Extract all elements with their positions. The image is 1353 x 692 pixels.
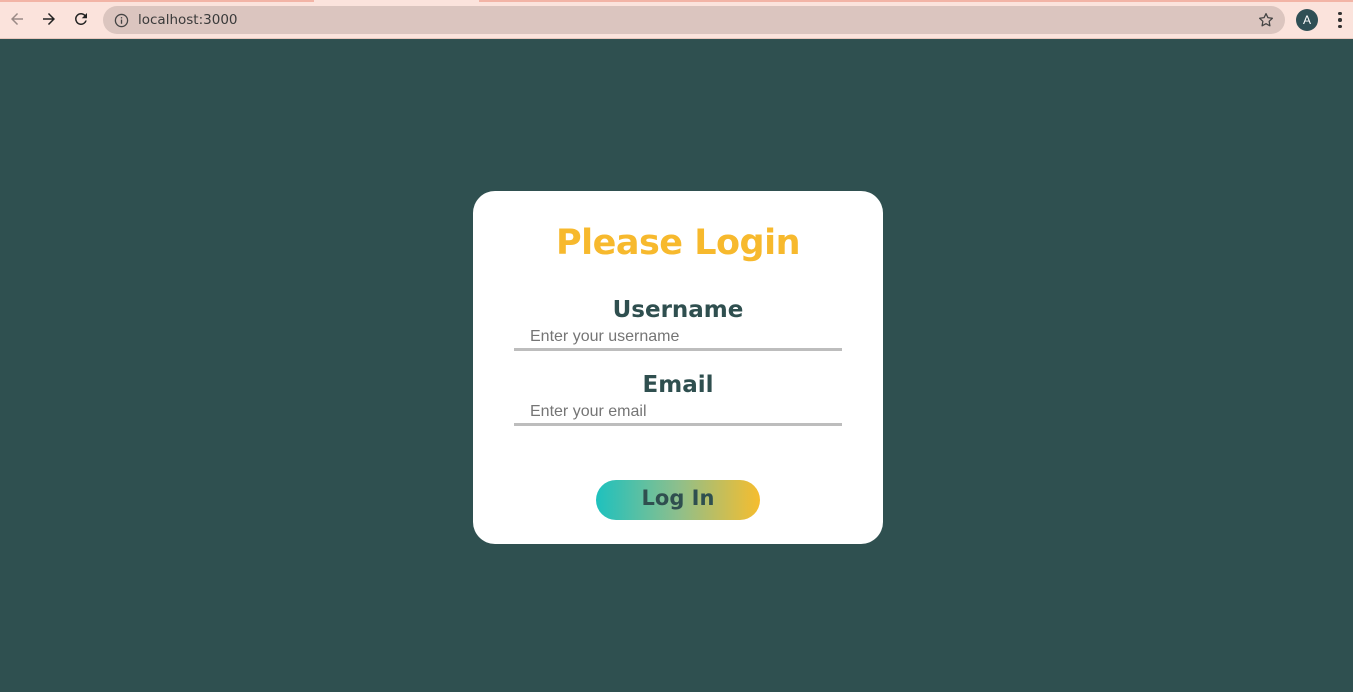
info-icon[interactable] — [113, 12, 129, 28]
arrow-left-icon — [11, 13, 23, 25]
login-card: Please Login Username Email Log In — [473, 191, 883, 544]
browser-toolbar: localhost:3000 A — [0, 0, 1353, 39]
email-label: Email — [642, 372, 714, 398]
forward-button[interactable] — [38, 8, 60, 30]
username-input[interactable] — [514, 326, 842, 351]
username-label: Username — [612, 297, 744, 323]
address-bar[interactable]: localhost:3000 — [103, 6, 1285, 34]
reload-icon — [75, 13, 87, 25]
profile-avatar[interactable]: A — [1296, 9, 1318, 31]
back-button[interactable] — [6, 8, 28, 30]
url-text[interactable]: localhost:3000 — [138, 12, 238, 28]
star-icon[interactable] — [1257, 11, 1275, 29]
reload-button[interactable] — [70, 8, 92, 30]
email-input[interactable] — [514, 401, 842, 426]
arrow-right-icon — [43, 13, 55, 25]
kebab-menu-icon[interactable] — [1331, 9, 1349, 31]
login-button[interactable]: Log In — [596, 480, 760, 520]
page-title: Please Login — [555, 223, 801, 263]
tab-strip-edge — [0, 0, 314, 2]
tab-strip-edge — [479, 0, 1353, 2]
